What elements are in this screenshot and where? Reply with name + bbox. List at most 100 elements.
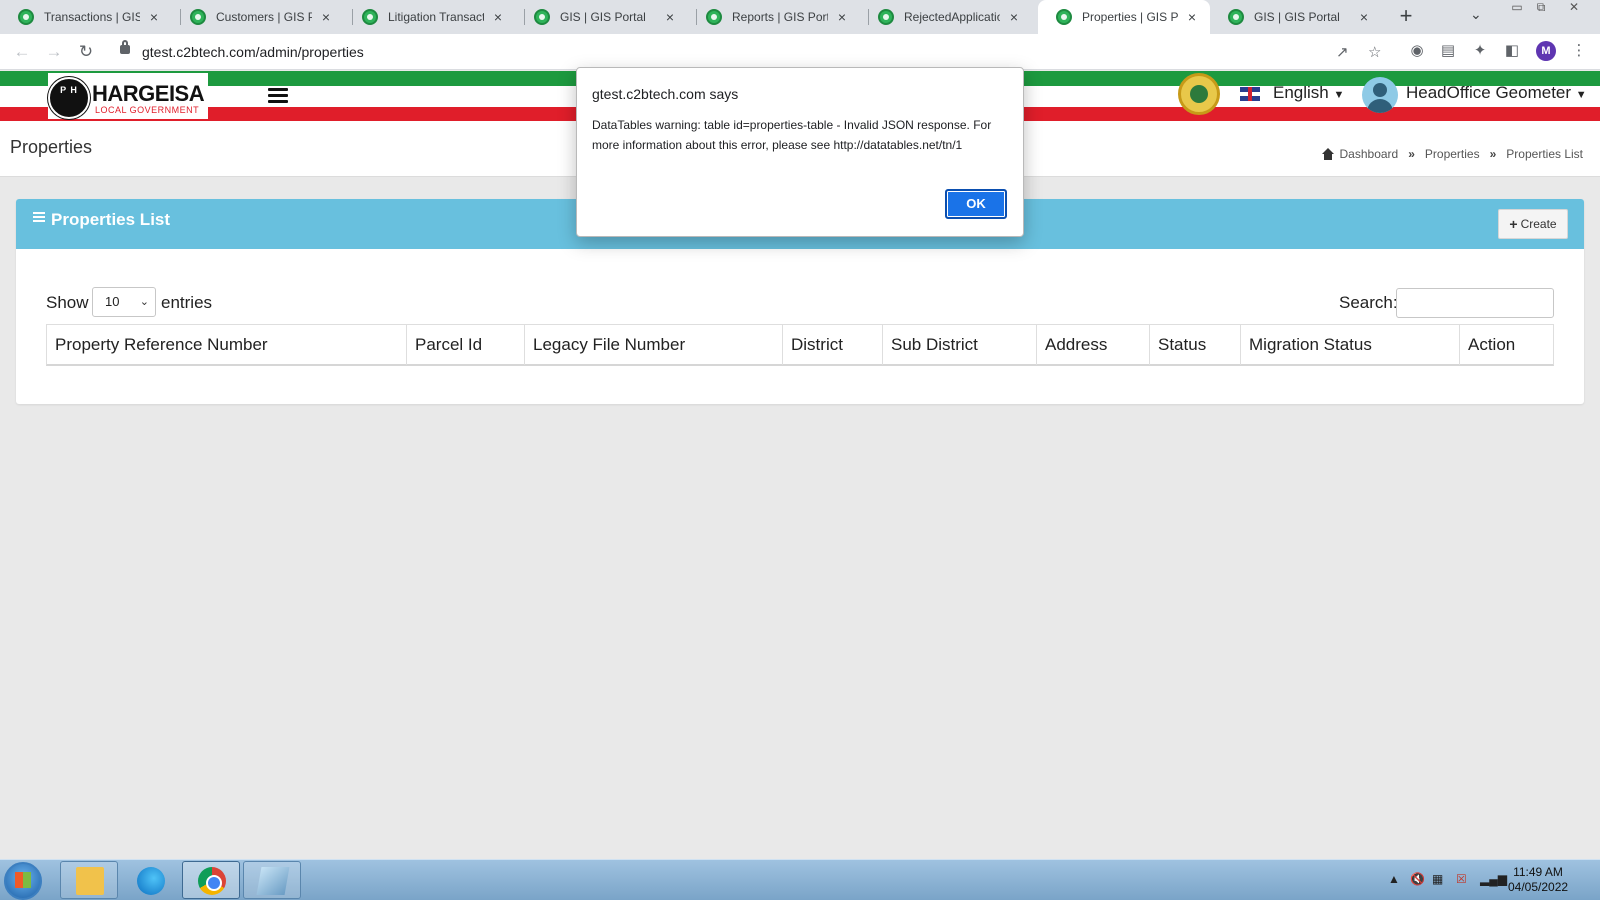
create-button-label: Create <box>1520 217 1557 231</box>
entries-per-page-select[interactable]: 10 ⌄ <box>92 287 156 317</box>
column-header-status[interactable]: Status <box>1150 325 1241 365</box>
tab-search-chevron-icon[interactable]: ⌄ <box>1470 6 1482 23</box>
taskbar-app[interactable] <box>243 861 301 899</box>
taskbar-chrome[interactable] <box>182 861 240 899</box>
tab-title: Properties | GIS Port <box>1082 10 1178 24</box>
site-favicon-icon <box>878 9 894 25</box>
uk-flag-icon[interactable] <box>1240 87 1260 101</box>
column-header-action[interactable]: Action <box>1460 325 1553 365</box>
site-favicon-icon <box>362 9 378 25</box>
taskbar-file-explorer[interactable] <box>60 861 118 899</box>
entries-value: 10 <box>105 294 120 309</box>
hamburger-menu-icon[interactable] <box>268 88 288 104</box>
browser-toolbar: ← → ↻ gtest.c2btech.com/admin/properties… <box>0 34 1600 70</box>
alert-dialog: gtest.c2btech.com says DataTables warnin… <box>576 67 1024 237</box>
close-tab-icon[interactable]: × <box>490 9 506 25</box>
tab-title: Litigation Transactio <box>388 10 484 24</box>
dialog-title: gtest.c2btech.com says <box>592 86 739 102</box>
lock-icon[interactable] <box>120 40 130 54</box>
column-header-address[interactable]: Address <box>1037 325 1150 365</box>
user-avatar[interactable] <box>1362 77 1398 113</box>
show-hidden-icons-icon[interactable]: ▲ <box>1388 872 1400 886</box>
reload-icon[interactable]: ↻ <box>74 40 98 64</box>
site-favicon-icon <box>534 9 550 25</box>
clock-date: 04/05/2022 <box>1508 880 1569 894</box>
search-input[interactable] <box>1396 288 1554 318</box>
close-tab-icon[interactable]: × <box>1356 9 1372 25</box>
column-header-sub-district[interactable]: Sub District <box>883 325 1037 365</box>
signal-bars-icon[interactable]: ▂▄▆ <box>1480 872 1507 886</box>
hargeisa-logo[interactable]: P H HARGEISA LOCAL GOVERNMENT <box>48 73 208 119</box>
tab-title: Reports | GIS Portal <box>732 10 828 24</box>
profile-avatar[interactable]: M <box>1536 41 1556 61</box>
breadcrumb-current: Properties List <box>1506 147 1583 161</box>
breadcrumb-dashboard[interactable]: Dashboard <box>1340 147 1399 161</box>
browser-tab-strip: Transactions | GIS Po × Customers | GIS … <box>0 0 1600 34</box>
close-window-icon[interactable]: ✕ <box>1560 0 1588 18</box>
entries-label: entries <box>161 293 213 312</box>
start-button-icon[interactable] <box>4 862 42 900</box>
site-favicon-icon <box>18 9 34 25</box>
windows-taskbar: ▲ 🔇 ▦ ☒ ▂▄▆ 11:49 AM 04/05/2022 <box>0 859 1600 900</box>
close-tab-icon[interactable]: × <box>318 9 334 25</box>
browser-tab[interactable]: Customers | GIS Port × <box>172 0 344 34</box>
column-header-migration-status[interactable]: Migration Status <box>1241 325 1460 365</box>
column-header-property-reference-number[interactable]: Property Reference Number <box>47 325 407 365</box>
system-clock[interactable]: 11:49 AM 04/05/2022 <box>1508 865 1568 895</box>
column-header-legacy-file-number[interactable]: Legacy File Number <box>525 325 783 365</box>
speaker-muted-icon[interactable]: 🔇 <box>1410 872 1425 886</box>
user-name: HeadOffice Geometer <box>1406 83 1572 102</box>
breadcrumb-properties[interactable]: Properties <box>1425 147 1480 161</box>
tab-title: RejectedApplication <box>904 10 1000 24</box>
user-menu-dropdown[interactable]: HeadOffice Geometer ▼ <box>1406 83 1587 103</box>
show-label: Show <box>46 293 89 312</box>
restore-window-icon[interactable]: ⧉ <box>1527 0 1555 18</box>
close-tab-icon[interactable]: × <box>1184 9 1200 25</box>
share-icon[interactable]: ↗ <box>1336 43 1349 61</box>
properties-table: Property Reference Number Parcel Id Lega… <box>46 324 1554 366</box>
page-title: Properties <box>10 137 93 157</box>
tab-title: Customers | GIS Port <box>216 10 312 24</box>
device-icon[interactable]: ▦ <box>1432 872 1443 886</box>
column-header-district[interactable]: District <box>783 325 883 365</box>
breadcrumb-separator: » <box>1489 147 1497 161</box>
language-dropdown[interactable]: English ▼ <box>1273 83 1344 103</box>
address-bar[interactable]: gtest.c2btech.com/admin/properties ↗ ☆ <box>108 37 1420 67</box>
browser-tab[interactable]: Reports | GIS Portal × <box>688 0 860 34</box>
column-header-parcel-id[interactable]: Parcel Id <box>407 325 525 365</box>
chrome-browser-icon <box>198 867 226 895</box>
caret-down-icon: ▼ <box>1575 89 1587 101</box>
close-tab-icon[interactable]: × <box>146 9 162 25</box>
create-button[interactable]: + Create <box>1498 209 1568 239</box>
extensions-puzzle-icon[interactable]: ✦ <box>1469 40 1491 62</box>
close-tab-icon[interactable]: × <box>834 9 850 25</box>
browser-menu-icon[interactable]: ⋮ <box>1568 40 1590 62</box>
close-tab-icon[interactable]: × <box>662 9 678 25</box>
taskbar-edge[interactable] <box>121 861 179 899</box>
url-text[interactable]: gtest.c2btech.com/admin/properties <box>142 44 364 60</box>
browser-tab[interactable]: Litigation Transactio × <box>344 0 516 34</box>
side-panel-icon[interactable]: ◧ <box>1501 40 1523 62</box>
folder-icon <box>76 867 104 895</box>
clipboard-extension-icon[interactable]: ▤ <box>1437 40 1459 62</box>
network-disconnected-icon[interactable]: ☒ <box>1456 872 1467 886</box>
new-tab-button[interactable]: + <box>1393 4 1419 30</box>
back-arrow-icon[interactable]: ← <box>10 40 34 64</box>
forward-arrow-icon[interactable]: → <box>42 40 66 64</box>
browser-tab[interactable]: RejectedApplication × <box>860 0 1032 34</box>
password-manager-icon[interactable]: ◉ <box>1406 40 1428 62</box>
browser-tab[interactable]: GIS | GIS Portal × <box>516 0 688 34</box>
close-tab-icon[interactable]: × <box>1006 9 1022 25</box>
bookmark-star-icon[interactable]: ☆ <box>1368 43 1381 61</box>
language-label: English <box>1273 83 1329 102</box>
browser-tab[interactable]: GIS | GIS Portal × <box>1210 0 1382 34</box>
list-icon <box>33 212 45 223</box>
clock-time: 11:49 AM <box>1513 865 1563 879</box>
browser-tab-active[interactable]: Properties | GIS Port × <box>1038 0 1210 34</box>
application-icon <box>256 867 290 895</box>
browser-tab[interactable]: Transactions | GIS Po × <box>0 0 172 34</box>
ok-button[interactable]: OK <box>945 189 1007 219</box>
site-favicon-icon <box>706 9 722 25</box>
logo-emblem-icon: P H <box>48 77 90 119</box>
logo-badge-text: P H <box>60 85 78 95</box>
